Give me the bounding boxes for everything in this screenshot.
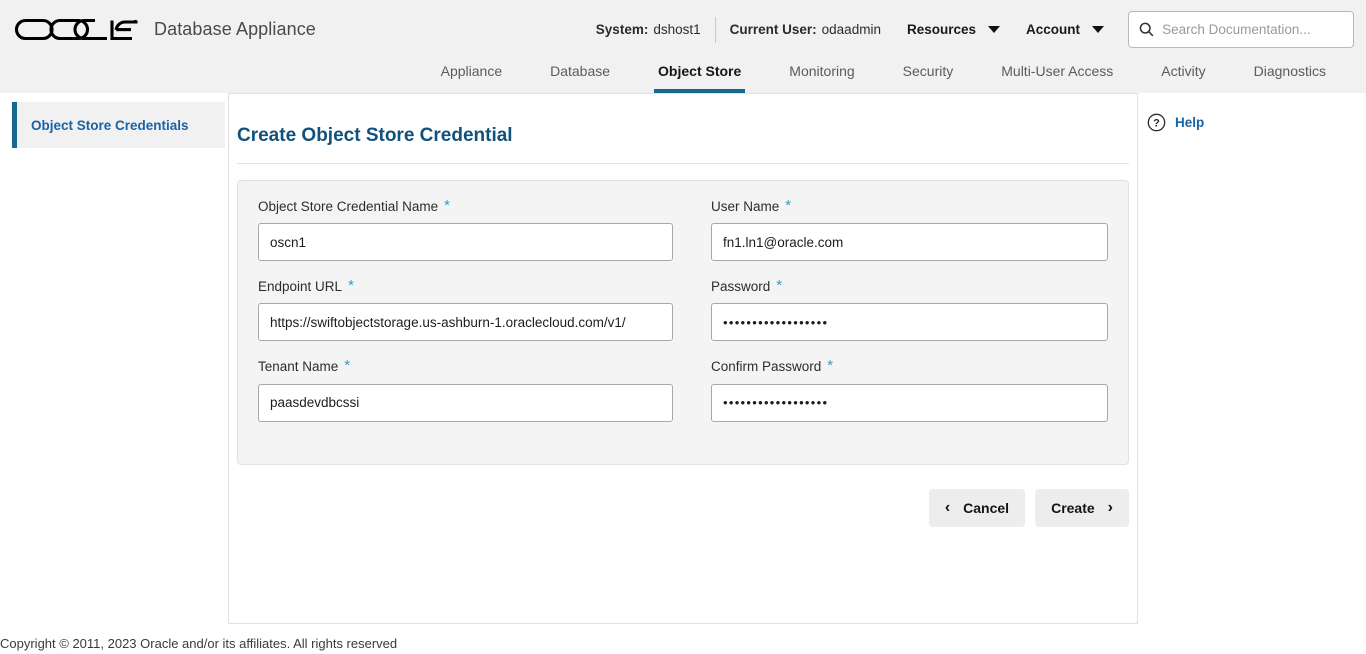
field-label-endpoint-url: Endpoint URL * — [258, 279, 673, 295]
help-label: Help — [1175, 115, 1204, 130]
main-navigation: Appliance Database Object Store Monitoring S… — [0, 59, 1366, 93]
nav-tab-monitoring[interactable]: Monitoring — [789, 59, 854, 93]
sidebar: Object Store Credentials — [0, 93, 225, 624]
title-divider — [237, 163, 1129, 164]
input-confirm-password[interactable]: •••••••••••••••••• — [711, 384, 1108, 422]
search-icon — [1139, 21, 1154, 38]
oracle-logo-icon — [12, 18, 140, 42]
nav-tab-object-store[interactable]: Object Store — [658, 59, 741, 93]
page-title: Create Object Store Credential — [237, 125, 1137, 147]
search-box[interactable] — [1128, 11, 1354, 48]
required-asterisk-icon: * — [785, 198, 791, 213]
header-right-cluster: System: dshost1 Current User: odaadmin R… — [596, 0, 1366, 59]
input-endpoint-url[interactable] — [258, 303, 673, 341]
search-input[interactable] — [1162, 22, 1343, 37]
input-tenant-name[interactable] — [258, 384, 673, 422]
copyright-text: Copyright © 2011, 2023 Oracle and/or its… — [0, 636, 397, 651]
create-button-label: Create — [1051, 500, 1095, 516]
required-asterisk-icon: * — [776, 278, 782, 293]
field-label-credential-name: Object Store Credential Name * — [258, 199, 673, 215]
nav-tab-label: Multi-User Access — [1001, 63, 1113, 79]
nav-tab-activity[interactable]: Activity — [1161, 59, 1205, 93]
system-info: System: dshost1 — [596, 22, 701, 37]
nav-tab-label: Diagnostics — [1254, 63, 1326, 79]
chevron-right-icon: › — [1108, 500, 1113, 516]
field-label-tenant-name: Tenant Name * — [258, 359, 673, 375]
required-asterisk-icon: * — [344, 358, 350, 373]
field-label-text: Confirm Password — [711, 359, 821, 375]
chevron-down-icon — [1092, 26, 1104, 33]
required-asterisk-icon: * — [348, 278, 354, 293]
account-menu-label: Account — [1026, 22, 1080, 37]
current-user-value: odaadmin — [822, 22, 881, 37]
nav-tab-appliance[interactable]: Appliance — [441, 59, 503, 93]
resources-menu-label: Resources — [907, 22, 976, 37]
required-asterisk-icon: * — [827, 358, 833, 373]
field-label-text: Object Store Credential Name — [258, 199, 438, 215]
header-divider — [715, 17, 716, 43]
sidebar-item-object-store-credentials[interactable]: Object Store Credentials — [12, 102, 225, 148]
nav-tab-multi-user-access[interactable]: Multi-User Access — [1001, 59, 1113, 93]
cancel-button[interactable]: ‹ Cancel — [929, 489, 1025, 527]
page-body: Object Store Credentials Create Object S… — [0, 93, 1366, 624]
field-label-text: Password — [711, 279, 770, 295]
field-label-text: Tenant Name — [258, 359, 338, 375]
credential-form: Object Store Credential Name*User Name*E… — [237, 180, 1129, 465]
nav-tab-label: Object Store — [658, 63, 741, 79]
input-credential-name[interactable] — [258, 223, 673, 261]
field-user-name: User Name * — [683, 199, 1108, 261]
field-label-user-name: User Name * — [711, 199, 1108, 215]
input-password[interactable]: •••••••••••••••••• — [711, 303, 1108, 341]
system-label: System: — [596, 22, 649, 37]
account-menu[interactable]: Account — [1026, 22, 1104, 37]
brand-area[interactable]: Database Appliance — [12, 18, 316, 42]
help-question-icon: ? — [1147, 113, 1166, 132]
field-confirm-password: Confirm Password * •••••••••••••••••• — [683, 359, 1108, 421]
field-label-password: Password * — [711, 279, 1108, 295]
nav-tab-label: Activity — [1161, 63, 1205, 79]
nav-tab-database[interactable]: Database — [550, 59, 610, 93]
help-link[interactable]: ? Help — [1147, 113, 1366, 132]
svg-text:?: ? — [1153, 118, 1160, 130]
field-credential-name: Object Store Credential Name * — [258, 199, 683, 261]
field-password: Password * •••••••••••••••••• — [683, 279, 1108, 341]
create-button[interactable]: Create › — [1035, 489, 1129, 527]
resources-menu[interactable]: Resources — [907, 22, 1000, 37]
top-header-bar: Database Appliance System: dshost1 Curre… — [0, 0, 1366, 59]
chevron-down-icon — [988, 26, 1000, 33]
chevron-left-icon: ‹ — [945, 500, 950, 516]
required-asterisk-icon: * — [444, 198, 450, 213]
nav-tab-label: Security — [903, 63, 954, 79]
field-label-text: Endpoint URL — [258, 279, 342, 295]
cancel-button-label: Cancel — [963, 500, 1009, 516]
current-user-label: Current User: — [730, 22, 817, 37]
help-column: ? Help — [1139, 93, 1366, 624]
app-title: Database Appliance — [154, 19, 316, 40]
content-card: Create Object Store Credential Object St… — [228, 93, 1138, 624]
field-endpoint-url: Endpoint URL * — [258, 279, 683, 341]
field-label-text: User Name — [711, 199, 779, 215]
nav-tab-diagnostics[interactable]: Diagnostics — [1254, 59, 1326, 93]
nav-tab-label: Database — [550, 63, 610, 79]
form-actions: ‹ Cancel Create › — [237, 489, 1129, 527]
field-label-confirm-password: Confirm Password * — [711, 359, 1108, 375]
sidebar-item-label: Object Store Credentials — [31, 118, 189, 133]
nav-tab-security[interactable]: Security — [903, 59, 954, 93]
input-user-name[interactable] — [711, 223, 1108, 261]
footer: Copyright © 2011, 2023 Oracle and/or its… — [0, 632, 1366, 654]
system-value: dshost1 — [653, 22, 700, 37]
nav-tab-label: Monitoring — [789, 63, 854, 79]
field-tenant-name: Tenant Name * — [258, 359, 683, 421]
nav-tab-label: Appliance — [441, 63, 503, 79]
current-user-info: Current User: odaadmin — [730, 22, 881, 37]
